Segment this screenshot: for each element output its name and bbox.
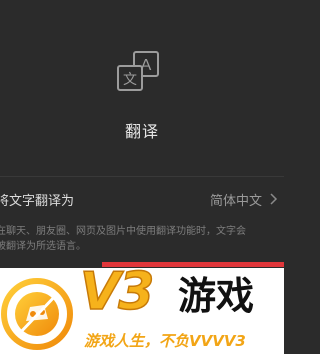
- brand-chinese: 游戏: [178, 274, 255, 318]
- translate-icon: A 文: [117, 51, 159, 91]
- brand-latin: V3: [79, 262, 155, 322]
- watermark-slogan: 游戏人生，不负VVVV3: [84, 332, 246, 350]
- translate-target-language-row[interactable]: 将文字翻译为 简体中文: [0, 182, 284, 216]
- setting-description: 在聊天、朋友圈、网页及图片中使用翻译功能时，文字会 被翻译为所选语言。: [0, 224, 280, 254]
- setting-label: 将文字翻译为: [0, 194, 75, 209]
- description-line-2: 被翻译为所选语言。: [0, 241, 86, 252]
- chevron-right-icon: [270, 193, 278, 205]
- page-title: 翻译: [124, 122, 159, 141]
- selected-language-value: 简体中文: [209, 194, 262, 209]
- divider: [0, 176, 284, 177]
- watermark-brand: V3 游戏: [79, 262, 284, 322]
- game-pad-circle-icon: [1, 278, 73, 350]
- translate-settings-page: A 文 翻译 将文字翻译为 简体中文 在聊天、朋友圈、网页及图片中使用翻译功能时…: [0, 0, 284, 262]
- description-line-1: 在聊天、朋友圈、网页及图片中使用翻译功能时，文字会: [0, 226, 246, 237]
- translate-icon-glyph-b: 文: [123, 72, 137, 88]
